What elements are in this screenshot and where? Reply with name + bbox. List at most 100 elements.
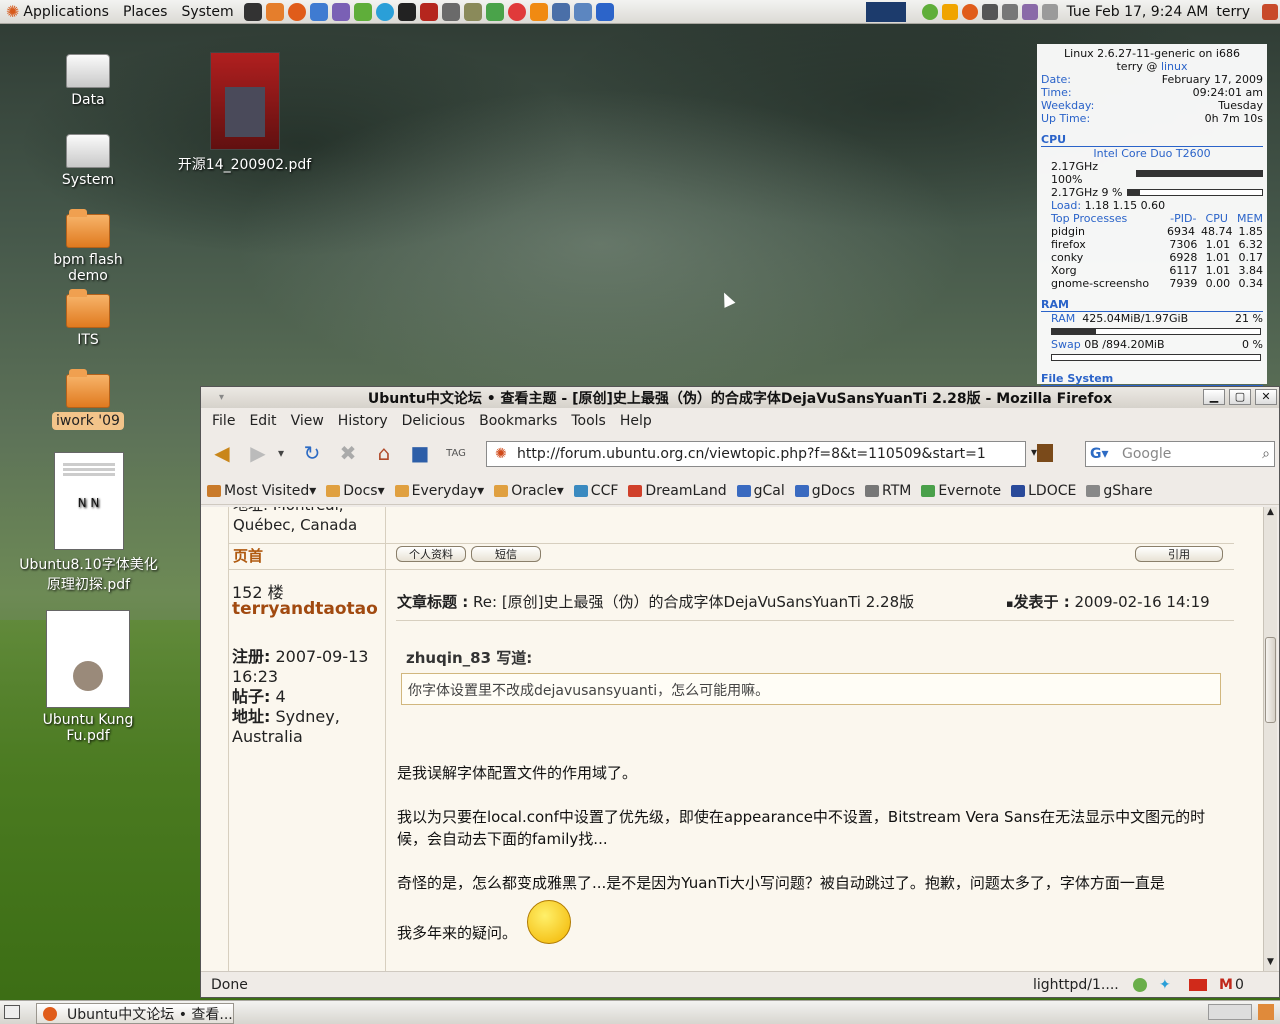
vertical-scrollbar[interactable]: ▲ ▼ bbox=[1263, 507, 1277, 971]
forward-button[interactable]: ▶ bbox=[245, 440, 271, 466]
pm-button[interactable]: 短信 bbox=[471, 546, 541, 562]
bookmark-rtm[interactable]: RTM bbox=[864, 483, 911, 499]
user-switcher[interactable]: terry bbox=[1216, 4, 1250, 20]
settings-icon[interactable] bbox=[1022, 4, 1039, 20]
pidgin-status-icon[interactable] bbox=[922, 4, 939, 20]
desktop-icon-bpm-flash-demo[interactable]: bpm flash demo bbox=[33, 209, 143, 284]
pagerank-icon[interactable] bbox=[1133, 977, 1147, 992]
bookmarks-sidebar-icon[interactable] bbox=[1037, 444, 1053, 462]
nautilus-icon[interactable] bbox=[265, 2, 284, 21]
search-box[interactable]: G▾ Google ⌕ bbox=[1085, 441, 1275, 467]
reload-button[interactable]: ↻ bbox=[299, 440, 325, 466]
info-icon[interactable] bbox=[595, 2, 614, 21]
minimize-button[interactable]: ▁ bbox=[1203, 389, 1225, 405]
back-to-top-link[interactable]: 页首 bbox=[233, 545, 263, 566]
workspace-switcher[interactable] bbox=[1208, 1004, 1252, 1020]
desktop-icon-iwork[interactable]: iwork '09 bbox=[33, 369, 143, 430]
close-button[interactable]: ✕ bbox=[1255, 389, 1277, 405]
quote-button[interactable]: 引用 bbox=[1135, 546, 1223, 562]
im-icon[interactable] bbox=[353, 2, 372, 21]
places-menu[interactable]: Places bbox=[117, 0, 176, 24]
post-author[interactable]: terryandtaotao bbox=[232, 599, 378, 619]
taskbar-item-firefox[interactable]: Ubuntu中文论坛 • 查看... bbox=[36, 1003, 234, 1024]
dictionary-icon[interactable] bbox=[463, 2, 482, 21]
menu-view[interactable]: View bbox=[291, 413, 324, 429]
gmail-icon[interactable]: M bbox=[1219, 977, 1233, 993]
menu-history[interactable]: History bbox=[338, 413, 388, 429]
remote-desktop-icon[interactable] bbox=[551, 2, 570, 21]
back-button[interactable]: ◀ bbox=[209, 440, 235, 466]
url-text[interactable]: http://forum.ubuntu.org.cn/viewtopic.php… bbox=[517, 446, 986, 462]
weather-icon[interactable] bbox=[942, 4, 959, 20]
gaming-icon[interactable] bbox=[485, 2, 504, 21]
menu-system[interactable]: System bbox=[181, 4, 233, 20]
bookmark-gshare[interactable]: gShare bbox=[1086, 483, 1153, 499]
bookmark-gdocs[interactable]: gDocs bbox=[794, 483, 855, 499]
menu-places[interactable]: Places bbox=[123, 4, 168, 20]
bookmark-ldoce[interactable]: LDOCE bbox=[1011, 483, 1076, 499]
url-bar[interactable]: ✺ http://forum.ubuntu.org.cn/viewtopic.p… bbox=[486, 441, 1026, 467]
trash-icon[interactable] bbox=[1258, 1004, 1274, 1020]
home-button[interactable]: ⌂ bbox=[371, 440, 397, 466]
desktop-icon-ubuntu810-pdf[interactable]: N N Ubuntu8.10字体美化原理初探.pdf bbox=[16, 452, 161, 594]
menu-edit[interactable]: Edit bbox=[249, 413, 276, 429]
applications-menu[interactable]: ✺ Applications bbox=[0, 0, 117, 24]
scroll-thumb[interactable] bbox=[1265, 637, 1276, 723]
show-desktop-icon[interactable] bbox=[4, 1005, 20, 1019]
shutdown-icon[interactable] bbox=[1262, 4, 1278, 20]
bookmark-gcal[interactable]: gCal bbox=[736, 483, 785, 499]
history-dropdown-icon[interactable]: ▾ bbox=[273, 440, 289, 466]
conky-label: Up Time: bbox=[1041, 112, 1091, 125]
profile-button[interactable]: 个人资料 bbox=[396, 546, 466, 562]
qq-icon[interactable] bbox=[397, 2, 416, 21]
title-bar[interactable]: ▾ Ubuntu中文论坛 • 查看主题 - [原创]史上最强（伪）的合成字体De… bbox=[201, 387, 1279, 408]
desktop-icon-kaiyuan-pdf[interactable]: 开源14_200902.pdf bbox=[172, 52, 317, 174]
bookmark-evernote[interactable]: Evernote bbox=[921, 483, 1001, 499]
desktop-icon-data[interactable]: Data bbox=[33, 54, 143, 108]
vlc-icon[interactable] bbox=[529, 2, 548, 21]
bookmark-everyday[interactable]: Everyday ▾ bbox=[394, 483, 484, 499]
bookmark-ccf[interactable]: CCF bbox=[573, 483, 618, 499]
clock[interactable]: Tue Feb 17, 9:24 AM bbox=[1066, 4, 1208, 20]
tag-button[interactable]: TAG bbox=[443, 440, 469, 466]
desktop-icon-system[interactable]: System bbox=[33, 134, 143, 188]
update-icon[interactable] bbox=[962, 4, 979, 20]
menu-applications[interactable]: Applications bbox=[23, 4, 109, 20]
scroll-down-icon[interactable]: ▼ bbox=[1264, 957, 1277, 971]
stop-button[interactable]: ✖ bbox=[335, 440, 361, 466]
volume-icon[interactable] bbox=[1042, 4, 1059, 20]
bookmark-oracle[interactable]: Oracle ▾ bbox=[494, 483, 564, 499]
menu-help[interactable]: Help bbox=[620, 413, 652, 429]
menu-delicious[interactable]: Delicious bbox=[402, 413, 466, 429]
network-manager-icon[interactable] bbox=[982, 4, 999, 20]
calculator-icon[interactable] bbox=[441, 2, 460, 21]
network-icon[interactable] bbox=[573, 2, 592, 21]
printer-icon[interactable] bbox=[1002, 4, 1019, 20]
bookmark-most-visited[interactable]: Most Visited ▾ bbox=[207, 483, 316, 499]
google-engine-icon[interactable]: G▾ bbox=[1090, 446, 1109, 462]
menu-file[interactable]: File bbox=[212, 413, 235, 429]
scroll-up-icon[interactable]: ▲ bbox=[1264, 507, 1277, 521]
desktop-icon-its[interactable]: ITS bbox=[33, 289, 143, 348]
skype-icon[interactable] bbox=[375, 2, 394, 21]
flag-icon[interactable] bbox=[1189, 978, 1207, 991]
window-menu-icon[interactable]: ▾ bbox=[219, 392, 224, 403]
system-monitor-graph[interactable] bbox=[866, 2, 907, 22]
system-menu[interactable]: System bbox=[175, 0, 241, 24]
bookmark-dreamland[interactable]: DreamLand bbox=[628, 483, 727, 499]
bookmark-docs[interactable]: Docs ▾ bbox=[326, 483, 385, 499]
pidgin-icon[interactable] bbox=[331, 2, 350, 21]
twitter-icon[interactable]: ✦ bbox=[1159, 977, 1171, 993]
firefox-icon[interactable] bbox=[287, 2, 306, 21]
search-icon[interactable]: ⌕ bbox=[1262, 446, 1270, 462]
menu-tools[interactable]: Tools bbox=[571, 413, 606, 429]
menu-bookmarks[interactable]: Bookmarks bbox=[479, 413, 557, 429]
terminal-icon[interactable] bbox=[243, 2, 262, 21]
filezilla-icon[interactable] bbox=[419, 2, 438, 21]
thunderbird-icon[interactable] bbox=[309, 2, 328, 21]
post-paragraph: 奇怪的是，怎么都变成雅黑了...是不是因为YuanTi大小写问题？被自动跳过了。… bbox=[397, 874, 1165, 892]
maximize-button[interactable]: ▢ bbox=[1229, 389, 1251, 405]
picasa-icon[interactable] bbox=[507, 2, 526, 21]
desktop-icon-kungfu-pdf[interactable]: Ubuntu Kung Fu.pdf bbox=[33, 610, 143, 744]
delicious-button[interactable]: ■ bbox=[407, 440, 433, 466]
